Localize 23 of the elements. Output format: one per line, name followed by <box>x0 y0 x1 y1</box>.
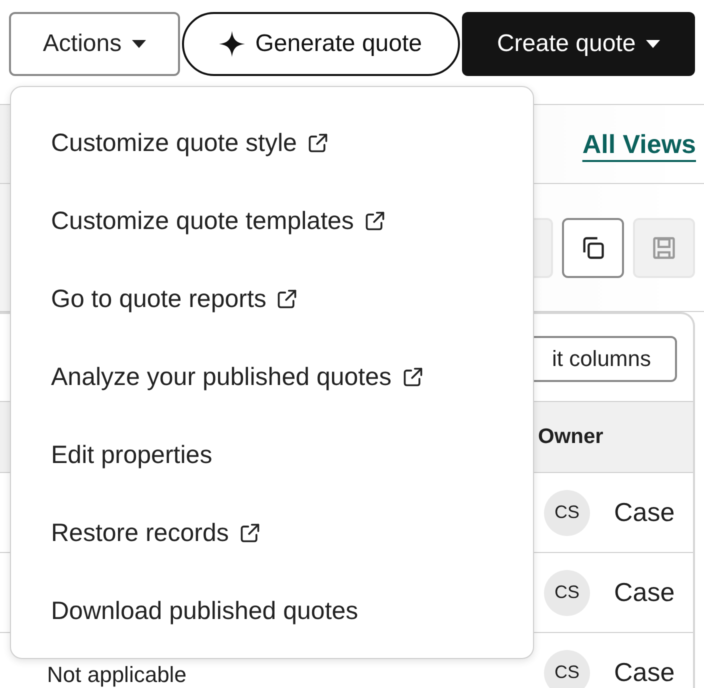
caret-icon <box>646 40 660 48</box>
sparkle-icon <box>219 31 246 57</box>
copy-button[interactable] <box>562 218 624 278</box>
menu-item[interactable]: Go to quote reports <box>11 260 533 338</box>
owner-avatar: CS <box>544 490 590 536</box>
menu-item[interactable]: Edit properties <box>11 416 533 494</box>
all-views-link[interactable]: All Views <box>582 128 696 160</box>
owner-avatar: CS <box>544 570 590 616</box>
save-icon <box>651 234 677 260</box>
owner-avatar: CS <box>544 650 590 688</box>
column-header: Owner <box>537 424 604 450</box>
owner-name: Case <box>614 577 675 608</box>
caret-icon <box>132 40 146 48</box>
actions-button[interactable]: Actions <box>9 12 180 76</box>
menu-item[interactable]: Download published quotes <box>11 572 533 650</box>
owner-name: Case <box>614 497 675 528</box>
create-quote-button[interactable]: Create quote <box>462 12 695 76</box>
owner-name: Case <box>614 657 675 688</box>
table-cell: Not applicable <box>47 663 186 687</box>
menu-item[interactable]: Customize quote templates <box>11 182 533 260</box>
menu-item[interactable]: Restore records <box>11 494 533 572</box>
generate-quote-button[interactable]: Generate quote <box>182 12 460 76</box>
menu-item[interactable]: Customize quote style <box>11 104 533 182</box>
